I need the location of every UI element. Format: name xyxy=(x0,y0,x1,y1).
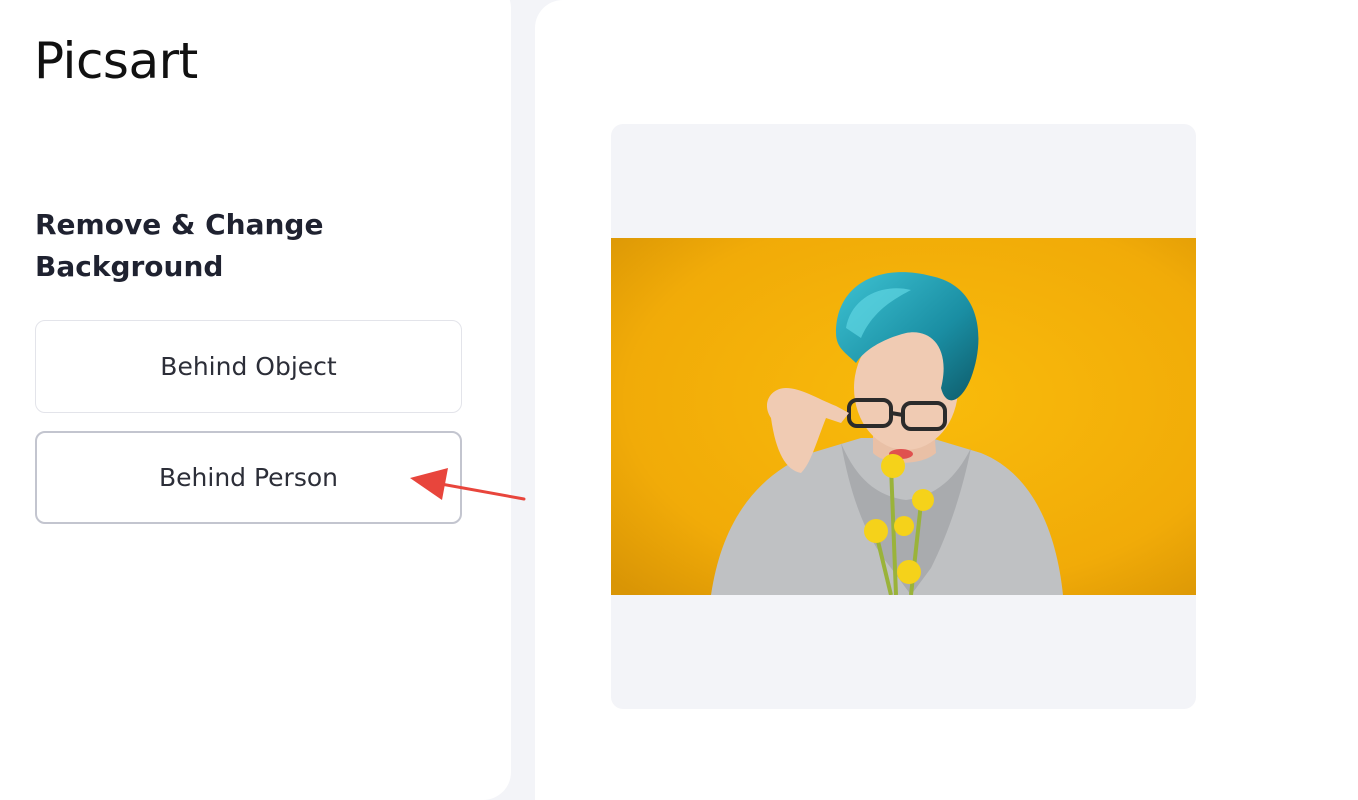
preview-frame xyxy=(611,124,1196,709)
behind-object-button[interactable]: Behind Object xyxy=(35,320,462,413)
behind-object-label: Behind Object xyxy=(160,352,337,381)
section-title: Remove & Change Background xyxy=(35,204,355,288)
behind-person-button[interactable]: Behind Person xyxy=(35,431,462,524)
section-title-line1: Remove & Change xyxy=(35,208,324,241)
picsart-logo[interactable]: Picsart xyxy=(34,36,198,86)
red-arrow-icon xyxy=(410,468,526,501)
section-title-line2: Background xyxy=(35,250,224,283)
preview-image[interactable] xyxy=(611,238,1196,595)
behind-person-label: Behind Person xyxy=(159,463,338,492)
